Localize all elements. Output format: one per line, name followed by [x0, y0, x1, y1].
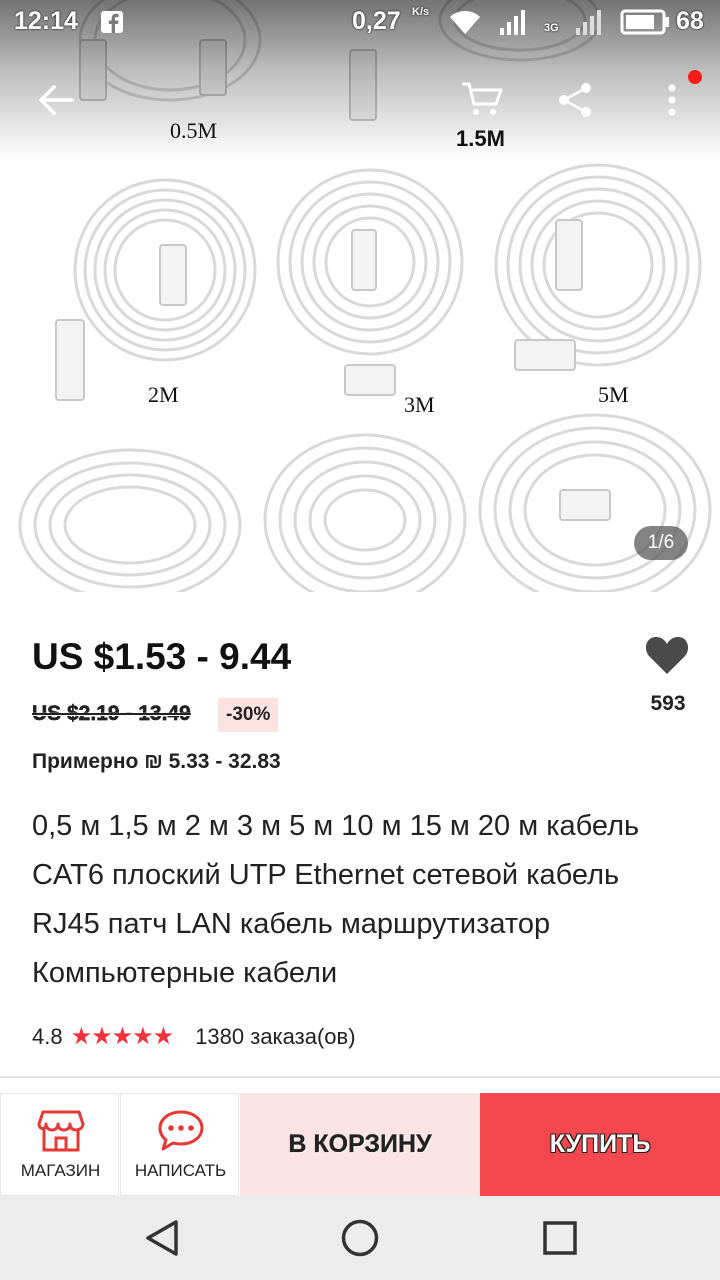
system-nav-bar — [0, 1196, 720, 1280]
rating-stars-icon: ★★★★★ — [70, 1023, 175, 1050]
wishlist-heart-icon[interactable] — [644, 634, 690, 676]
size-label-5m: 5M — [598, 382, 629, 407]
more-menu-icon[interactable] — [660, 80, 684, 120]
discount-badge: -30% — [218, 698, 279, 732]
size-label-0-5m: 0.5M — [170, 118, 218, 143]
battery-icon — [620, 9, 669, 35]
rating-row[interactable]: 4.8 ★★★★★ 1380 заказа(ов) — [32, 1022, 356, 1051]
back-arrow-icon[interactable] — [36, 80, 76, 120]
store-icon — [37, 1110, 85, 1152]
store-button[interactable]: МАГАЗИН — [0, 1093, 119, 1196]
nav-back-icon[interactable] — [142, 1218, 182, 1258]
orders-count: 1380 заказа(ов) — [195, 1023, 356, 1049]
approx-price: Примерно ₪ 5.33 - 32.83 — [32, 750, 281, 773]
product-image — [18, 0, 712, 592]
bottom-action-bar: МАГАЗИН НАПИСАТЬ В КОРЗИНУ КУПИТЬ — [0, 1093, 720, 1196]
size-label-2m: 2M — [148, 382, 179, 407]
add-to-cart-button[interactable]: В КОРЗИНУ — [240, 1093, 480, 1196]
product-image-gallery[interactable]: 0.5M 1.5M 2M 3M 5M 1/6 — [0, 0, 720, 592]
message-button[interactable]: НАПИСАТЬ — [120, 1093, 239, 1196]
product-title: 0,5 м 1,5 м 2 м 3 м 5 м 10 м 15 м 20 м к… — [32, 810, 640, 989]
signal-icon — [500, 10, 525, 35]
divider — [0, 1076, 720, 1078]
buy-now-button[interactable]: КУПИТЬ — [480, 1093, 720, 1196]
battery-level: 68 — [676, 7, 704, 35]
chat-icon — [158, 1110, 204, 1151]
status-bar: 12:14 0,27 K/s 3G 68 — [0, 0, 720, 44]
old-price: US $2.19 - 13.49 — [32, 702, 191, 725]
network-speed: 0,27 — [352, 7, 401, 35]
wifi-icon — [450, 11, 480, 34]
size-label-3m: 3M — [404, 392, 435, 417]
cart-icon[interactable] — [460, 78, 504, 118]
store-label: МАГАЗИН — [20, 1161, 101, 1180]
signal-2-icon — [576, 10, 601, 35]
rating-value: 4.8 — [32, 1023, 63, 1049]
size-label-1-5m: 1.5M — [456, 126, 505, 151]
nav-recents-icon[interactable] — [540, 1218, 580, 1258]
message-label: НАПИСАТЬ — [134, 1161, 227, 1180]
share-icon[interactable] — [556, 80, 596, 120]
wishlist-count: 593 — [650, 692, 686, 715]
facebook-icon — [101, 11, 123, 34]
price: US $1.53 - 9.44 — [32, 636, 292, 677]
status-time: 12:14 — [14, 7, 78, 35]
notification-dot — [688, 70, 702, 84]
nav-home-icon[interactable] — [340, 1218, 380, 1258]
image-page-indicator: 1/6 — [634, 526, 688, 560]
network-type: 3G — [544, 22, 559, 34]
network-speed-unit: K/s — [412, 6, 430, 18]
